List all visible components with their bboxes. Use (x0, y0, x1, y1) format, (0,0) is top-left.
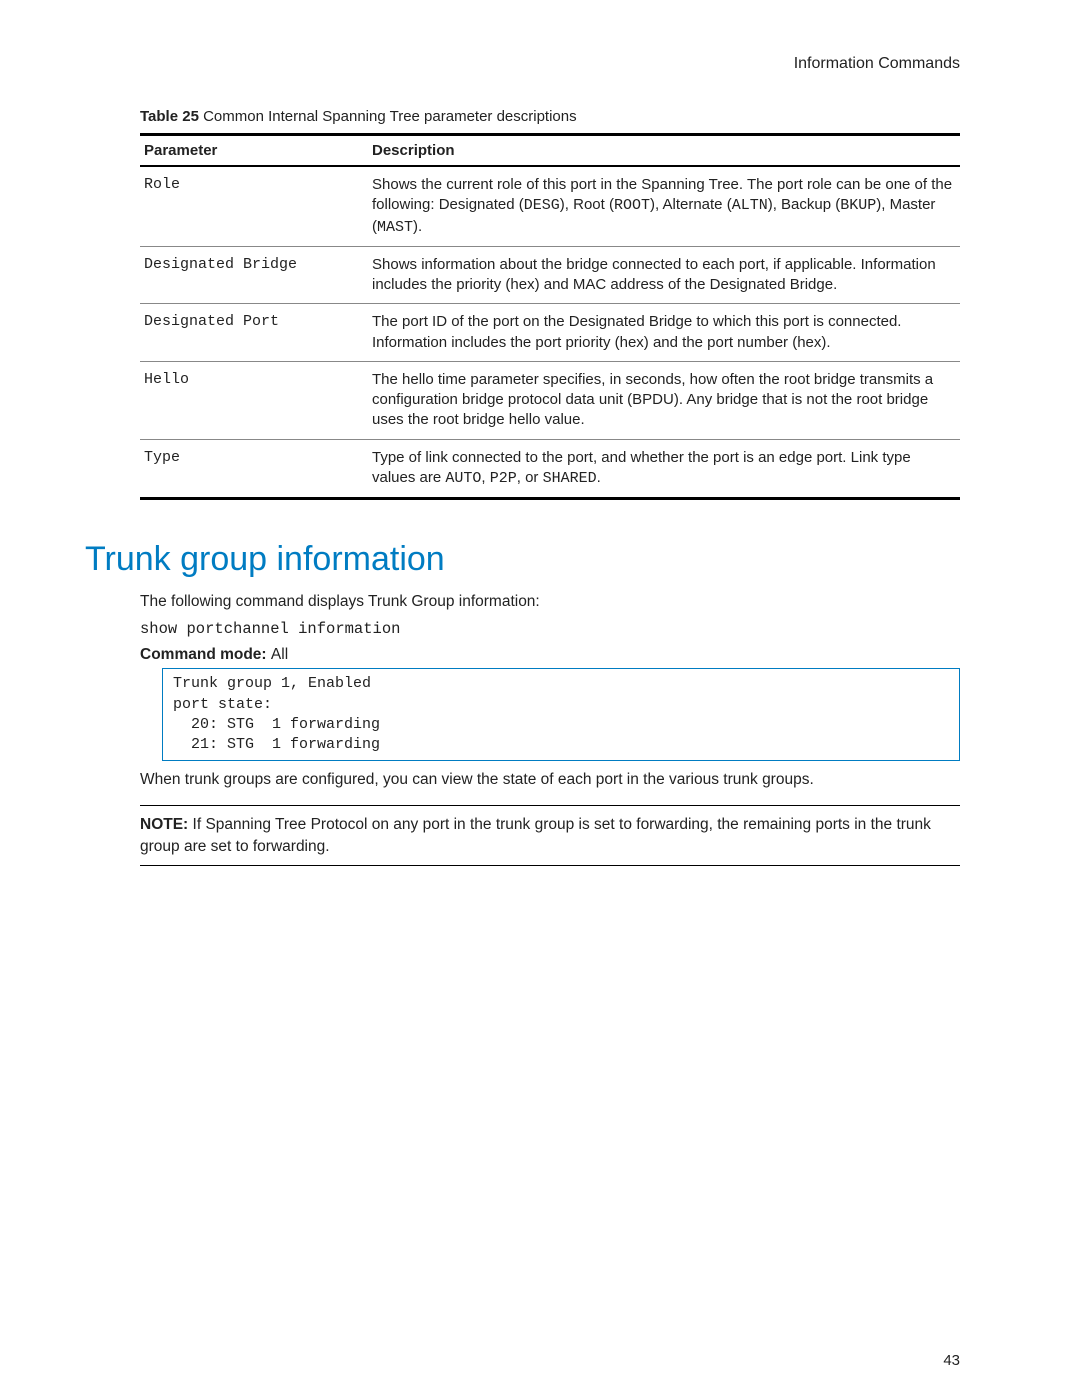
code-literal: P2P (490, 470, 517, 487)
table-row: Designated PortThe port ID of the port o… (140, 304, 960, 362)
note-text: If Spanning Tree Protocol on any port in… (140, 816, 931, 855)
table-row: Designated BridgeShows information about… (140, 246, 960, 304)
table-number: Table 25 (140, 108, 199, 125)
col-description: Description (368, 135, 960, 167)
table-row: TypeType of link connected to the port, … (140, 439, 960, 499)
param-description: The port ID of the port on the Designate… (368, 304, 960, 362)
param-name: Designated Bridge (140, 246, 368, 304)
command-mode: Command mode: All (140, 646, 960, 664)
code-literal: AUTO (445, 470, 481, 487)
command-mode-label: Command mode: (140, 646, 271, 663)
intro-text: The following command displays Trunk Gro… (140, 591, 960, 613)
param-description: Type of link connected to the port, and … (368, 439, 960, 499)
command-mode-value: All (271, 646, 288, 663)
table-row: RoleShows the current role of this port … (140, 166, 960, 246)
page-number: 43 (943, 1352, 960, 1369)
param-name: Designated Port (140, 304, 368, 362)
code-block: Trunk group 1, Enabled port state: 20: S… (162, 668, 960, 761)
note-block: NOTE: If Spanning Tree Protocol on any p… (140, 805, 960, 866)
section-heading: Trunk group information (85, 540, 960, 579)
table-title: Common Internal Spanning Tree parameter … (199, 108, 577, 125)
code-literal: SHARED (543, 470, 597, 487)
page-header: Information Commands (140, 55, 960, 73)
document-page: Information Commands Table 25 Common Int… (0, 0, 1080, 1397)
code-literal: ALTN (732, 197, 768, 214)
param-name: Role (140, 166, 368, 246)
parameter-table: Parameter Description RoleShows the curr… (140, 133, 960, 500)
code-literal: DESG (524, 197, 560, 214)
table-caption: Table 25 Common Internal Spanning Tree p… (140, 108, 960, 125)
param-name: Type (140, 439, 368, 499)
command-text: show portchannel information (140, 619, 960, 641)
note-label: NOTE: (140, 816, 188, 833)
param-description: Shows information about the bridge conne… (368, 246, 960, 304)
code-literal: BKUP (840, 197, 876, 214)
code-literal: MAST (377, 219, 413, 236)
param-name: Hello (140, 361, 368, 439)
param-description: Shows the current role of this port in t… (368, 166, 960, 246)
col-parameter: Parameter (140, 135, 368, 167)
param-description: The hello time parameter specifies, in s… (368, 361, 960, 439)
code-literal: ROOT (614, 197, 650, 214)
after-code-text: When trunk groups are configured, you ca… (140, 769, 960, 791)
table-row: HelloThe hello time parameter specifies,… (140, 361, 960, 439)
